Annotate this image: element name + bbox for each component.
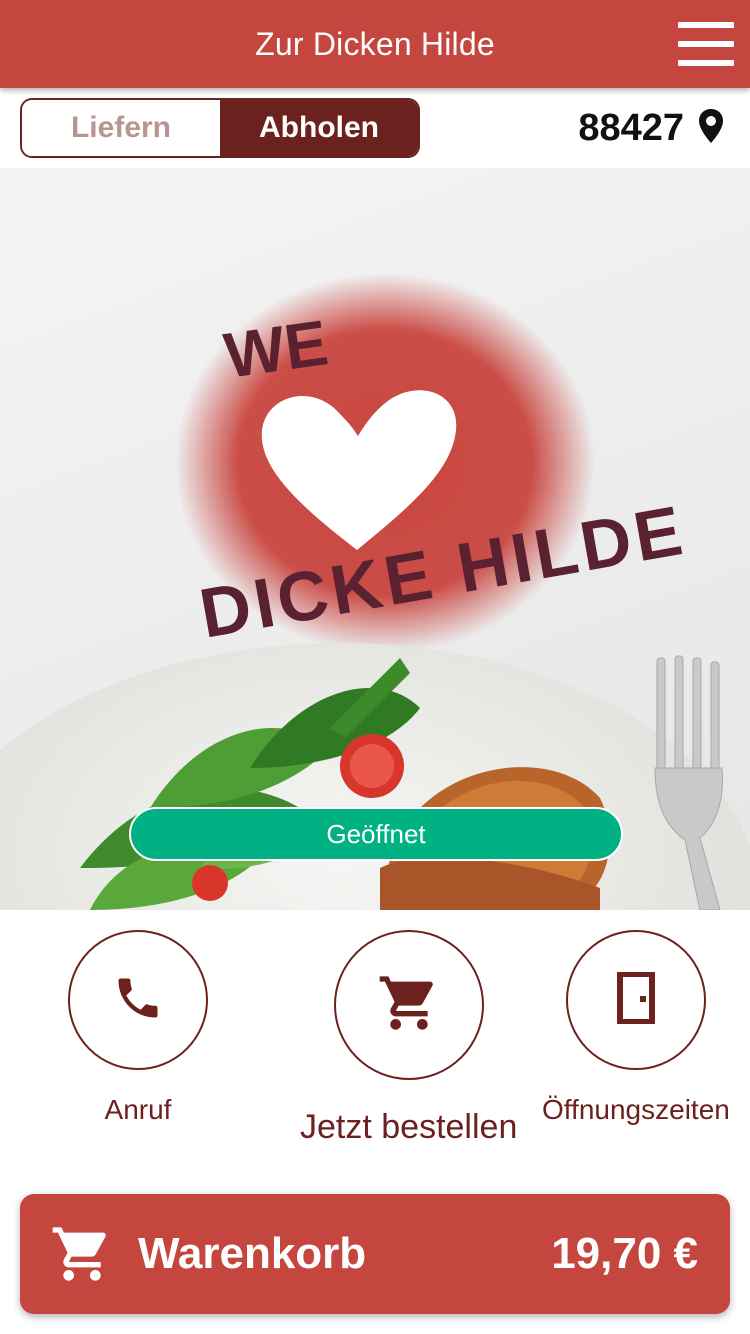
cart-button[interactable]: Warenkorb 19,70 € (20, 1194, 730, 1314)
location-selector[interactable]: 88427 (578, 104, 724, 152)
opening-hours-button[interactable] (565, 930, 706, 1070)
call-button[interactable] (68, 930, 208, 1070)
quick-actions: Anruf Jetzt bestellen Öffnungszeiten (0, 910, 750, 1180)
call-action[interactable]: Anruf (68, 930, 208, 1126)
location-pin-icon (698, 108, 724, 149)
door-icon (616, 970, 656, 1029)
cart-icon (377, 971, 441, 1040)
order-now-button[interactable] (333, 930, 484, 1080)
logo-text-we: WE (220, 306, 332, 392)
toggle-pickup[interactable]: Abholen (220, 100, 418, 156)
hamburger-menu-icon[interactable] (678, 22, 734, 66)
order-now-action[interactable]: Jetzt bestellen (300, 930, 517, 1147)
zip-code: 88427 (578, 106, 684, 149)
cart-icon (50, 1222, 114, 1286)
opening-hours-action[interactable]: Öffnungszeiten (542, 930, 730, 1126)
order-mode-bar: Liefern Abholen 88427 (0, 88, 750, 168)
cart-label: Warenkorb (138, 1229, 367, 1278)
order-mode-toggle: Liefern Abholen (20, 98, 420, 158)
opening-hours-label: Öffnungszeiten (542, 1094, 730, 1125)
cart-total: 19,70 € (551, 1229, 698, 1278)
order-now-label: Jetzt bestellen (300, 1108, 518, 1146)
page-title: Zur Dicken Hilde (255, 25, 495, 62)
app-header: Zur Dicken Hilde (0, 0, 750, 88)
toggle-deliver[interactable]: Liefern (22, 100, 220, 156)
status-badge: Geöffnet (129, 807, 623, 861)
hero-image: WE DICKE HILDE (0, 168, 750, 910)
call-label: Anruf (104, 1094, 172, 1125)
phone-icon (112, 972, 164, 1029)
